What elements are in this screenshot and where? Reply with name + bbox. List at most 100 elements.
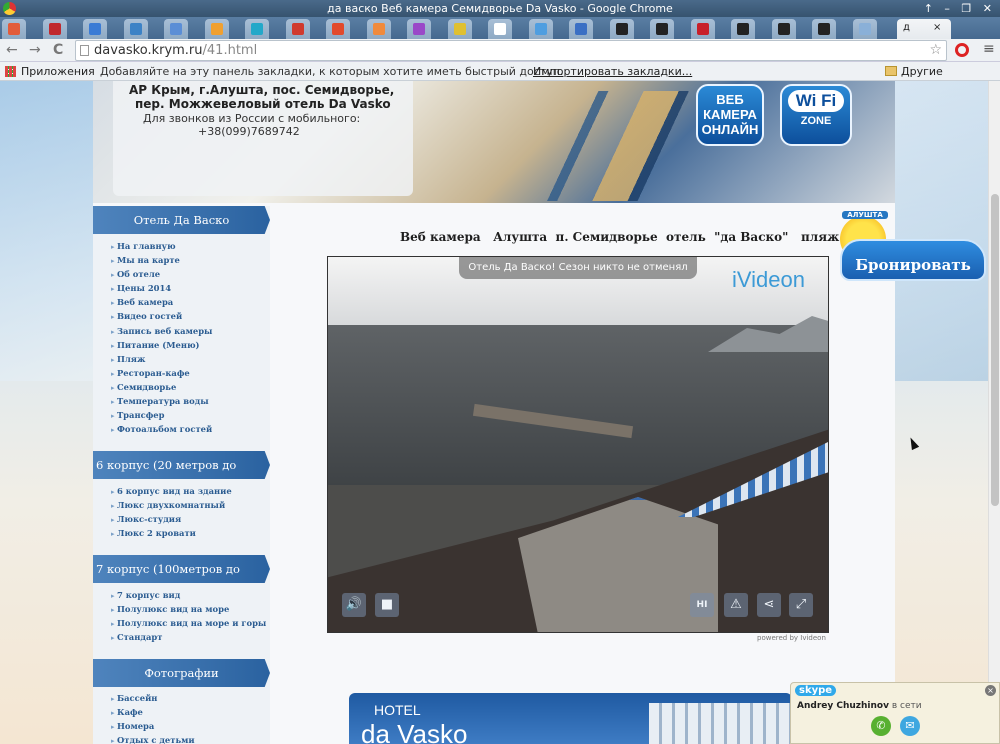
address-line-1: АР Крым, г.Алушта, пос. Семидворье, [129,83,395,97]
scrollbar-thumb[interactable] [991,194,999,506]
bookmarks-hint: Добавляйте на эту панель закладки, к кот… [100,65,564,78]
contact-status: в сети [891,701,922,711]
browser-tab[interactable] [812,19,836,39]
browser-tab[interactable] [650,19,674,39]
phone-number: +38(099)7689742 [198,125,300,138]
sidebar-link[interactable]: Питание (Меню) [111,338,212,352]
browser-tab[interactable] [326,19,350,39]
sidebar-link[interactable]: Отдых с детьми [111,733,195,744]
browser-tab[interactable] [2,19,26,39]
sidebar-link[interactable]: Люкс 2 кровати [111,526,232,540]
chrome-menu-icon[interactable]: ≡ [983,41,995,57]
sidebar-link[interactable]: Люкс-студия [111,512,232,526]
sidebar-link[interactable]: На главную [111,239,212,253]
skype-popup[interactable]: skype × Andrey Chuzhinov в сети ✆ ✉ [790,682,1000,744]
stop-button[interactable]: ■ [375,593,399,617]
browser-tab[interactable] [690,19,715,39]
apps-link[interactable]: Приложения [21,62,95,81]
reload-button[interactable]: C [53,42,63,58]
tab-favicon-icon [575,23,587,35]
tab-favicon-icon [696,23,709,35]
sidebar-link[interactable]: Люкс двухкомнатный [111,498,232,512]
back-button[interactable]: ← [6,42,18,58]
hotel-banner-line2: da Vasko [361,719,468,744]
bookmarks-bar: Приложения Добавляйте на эту панель закл… [0,62,1000,97]
close-icon[interactable]: × [985,685,996,696]
folder-icon [885,66,897,76]
fullscreen-button[interactable]: ⤢ [789,593,813,617]
address-bar[interactable]: davasko.krym.ru/41.html ☆ [75,40,947,61]
sidebar-link[interactable]: Мы на карте [111,253,212,267]
page-icon [80,45,89,56]
browser-tab[interactable] [83,19,107,39]
call-icon[interactable]: ✆ [871,716,891,736]
wifi-zone-label: ZONE [800,115,832,127]
hd-button[interactable]: HI [690,593,714,617]
browser-tab[interactable] [852,19,877,39]
webcam-online-badge[interactable]: ВЕБ КАМЕРА ОНЛАЙН [696,84,764,146]
sidebar-link[interactable]: Трансфер [111,408,212,422]
sidebar-link[interactable]: Пляж [111,352,212,366]
ivideon-logo[interactable]: iVideon [732,267,805,293]
tab-favicon-icon [453,23,466,35]
browser-tab[interactable] [447,19,472,39]
sidebar-link[interactable]: Стандарт [111,630,266,644]
browser-tab[interactable] [366,19,391,39]
browser-tab[interactable] [285,19,310,39]
sidebar-link[interactable]: Фотоальбом гостей [111,422,212,436]
forward-button[interactable]: → [29,42,41,58]
sidebar-link[interactable]: Об отеле [111,267,212,281]
browser-tab[interactable] [569,19,593,39]
tab-close-icon[interactable]: × [933,22,941,33]
sidebar-link[interactable]: 7 корпус вид [111,588,266,602]
opera-extension-icon[interactable] [955,43,969,57]
webcam-player[interactable]: Отель Да Васко! Сезон никто не отменял i… [327,256,829,633]
sidebar-link[interactable]: Семидворье [111,380,212,394]
browser-tab[interactable] [528,19,553,39]
volume-button[interactable]: 🔊 [342,593,366,617]
browser-tab[interactable] [204,19,229,39]
sidebar-link[interactable]: Полулюкс вид на море и горы [111,616,266,630]
window-controls[interactable]: ↑ – ❐ ✕ [924,0,996,17]
tab-favicon-icon [858,23,871,35]
sidebar-link[interactable]: Бассейн [111,691,195,705]
sidebar-link[interactable]: Цены 2014 [111,281,212,295]
sidebar-link[interactable]: Ресторан-кафе [111,366,212,380]
hotel-banner[interactable]: HOTEL da Vasko [349,693,792,744]
booking-button[interactable]: Бронировать [840,239,986,281]
sidebar-link[interactable]: Номера [111,719,195,733]
share-button[interactable]: ⋖ [757,593,781,617]
sidebar-link[interactable]: Видео гостей [111,309,212,323]
powered-by-label[interactable]: powered by Ivideon [757,634,826,642]
video-caption: Отель Да Васко! Сезон никто не отменял [459,257,697,279]
sidebar-link[interactable]: Запись веб камеры [111,324,213,338]
tab-favicon-icon [494,23,506,35]
sidebar-link[interactable]: 6 корпус вид на здание [111,484,232,498]
browser-tab[interactable] [407,19,431,39]
browser-tab[interactable] [488,19,512,39]
browser-tab[interactable] [123,19,148,39]
active-tab[interactable]: д × [897,19,951,39]
report-button[interactable]: ⚠ [724,593,748,617]
browser-tab[interactable] [164,19,188,39]
booking-widget[interactable]: АЛУШТА Бронировать [840,209,988,287]
browser-tab[interactable] [245,19,269,39]
sidebar-heading: 6 корпус (20 метров до моря) [93,451,270,479]
browser-tab[interactable] [771,19,796,39]
sidebar-link[interactable]: Температура воды [111,394,212,408]
skype-logo: skype [795,685,837,696]
chat-icon[interactable]: ✉ [900,716,920,736]
browser-tab[interactable] [609,19,634,39]
page-scrollbar[interactable] [988,81,1000,744]
tab-favicon-icon [777,23,790,35]
browser-tab[interactable] [731,19,755,39]
sidebar-link[interactable]: Полулюкс вид на море [111,602,266,616]
bookmark-star-icon[interactable]: ☆ [929,41,942,60]
chrome-logo-icon [3,2,16,15]
import-bookmarks-link[interactable]: Импортировать закладки... [533,62,692,81]
sidebar-link[interactable]: Веб камера [111,295,212,309]
apps-grid-icon[interactable] [5,66,16,77]
sidebar-link[interactable]: Кафе [111,705,195,719]
browser-tab[interactable] [42,19,67,39]
browser-toolbar: ← → C davasko.krym.ru/41.html ☆ ≡ [0,39,1000,62]
